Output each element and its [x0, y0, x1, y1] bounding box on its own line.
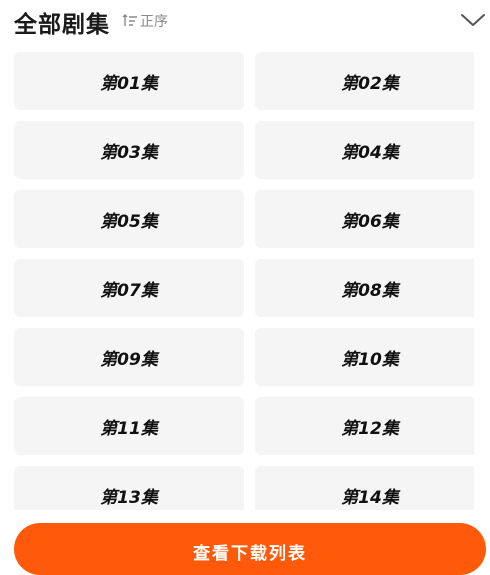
episode-tile[interactable]: 第02集	[255, 52, 474, 110]
episode-tile[interactable]: 第04集	[255, 121, 474, 179]
episode-grid: 第01集 第02集 第03集 第04集 第05集 第06集 第07集 第08集 …	[14, 52, 474, 510]
sort-toggle[interactable]: 正序	[122, 11, 168, 31]
download-list-label: 查看下载列表	[193, 544, 307, 564]
episode-tile[interactable]: 第11集	[14, 397, 244, 455]
episode-list-header: 全部剧集 正序	[0, 0, 490, 44]
episode-tile[interactable]: 第08集	[255, 259, 474, 317]
episode-tile[interactable]: 第13集	[14, 466, 244, 510]
chevron-down-icon[interactable]	[460, 10, 486, 30]
sort-label: 正序	[140, 14, 168, 30]
section-title: 全部剧集	[14, 12, 110, 38]
episode-tile[interactable]: 第14集	[255, 466, 474, 510]
episode-tile[interactable]: 第05集	[14, 190, 244, 248]
episode-tile[interactable]: 第09集	[14, 328, 244, 386]
download-list-button[interactable]: 查看下载列表	[14, 523, 486, 575]
sort-ascending-icon	[122, 14, 137, 26]
episode-tile[interactable]: 第06集	[255, 190, 474, 248]
episode-tile[interactable]: 第07集	[14, 259, 244, 317]
episode-tile[interactable]: 第12集	[255, 397, 474, 455]
episode-tile[interactable]: 第10集	[255, 328, 474, 386]
episode-tile[interactable]: 第03集	[14, 121, 244, 179]
episode-tile[interactable]: 第01集	[14, 52, 244, 110]
